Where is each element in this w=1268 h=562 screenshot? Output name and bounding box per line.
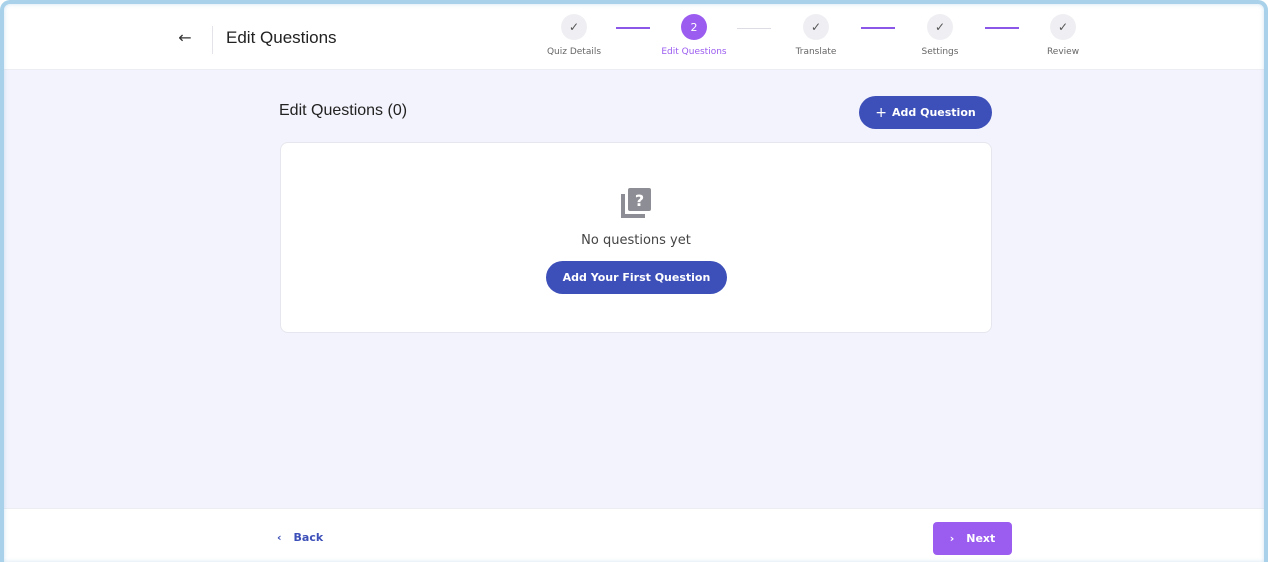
- back-button[interactable]: ‹ Back: [277, 531, 323, 544]
- step-label: Quiz Details: [546, 47, 602, 57]
- step-label: Settings: [921, 47, 959, 57]
- svg-text:?: ?: [635, 191, 644, 210]
- step-settings[interactable]: ✓ Settings: [895, 14, 985, 57]
- header-divider: [212, 26, 213, 54]
- step-review[interactable]: ✓ Review: [1018, 14, 1108, 57]
- next-button[interactable]: › Next: [933, 522, 1012, 555]
- plus-icon: +: [875, 104, 888, 121]
- empty-message: No questions yet: [581, 233, 691, 248]
- footer-bar: ‹ Back › Next: [4, 508, 1264, 562]
- empty-state-card: ? No questions yet Add Your First Questi…: [280, 142, 992, 333]
- question-stack-icon: ?: [621, 188, 651, 218]
- step-connector: [737, 28, 771, 29]
- step-label: Translate: [795, 47, 837, 57]
- step-check-icon: ✓: [927, 14, 953, 40]
- step-edit-questions[interactable]: 2 Edit Questions: [649, 14, 739, 57]
- step-connector: [861, 27, 895, 29]
- chevron-left-icon: ‹: [277, 531, 282, 544]
- step-quiz-details[interactable]: ✓ Quiz Details: [529, 14, 619, 57]
- add-first-question-button[interactable]: Add Your First Question: [546, 261, 727, 294]
- step-label: Edit Questions: [661, 47, 727, 57]
- step-translate[interactable]: ✓ Translate: [771, 14, 861, 57]
- page-title: Edit Questions: [226, 28, 337, 47]
- step-connector: [616, 27, 650, 29]
- section-title: Edit Questions (0): [279, 102, 408, 119]
- step-check-icon: ✓: [803, 14, 829, 40]
- main-content: Edit Questions (0) + Add Question ? No q…: [4, 70, 1264, 508]
- step-label: Review: [1046, 47, 1080, 57]
- top-bar: ← Edit Questions ✓ Quiz Details 2 Edit Q…: [4, 4, 1264, 70]
- next-label: Next: [966, 532, 996, 545]
- add-question-label: Add Question: [892, 106, 976, 119]
- step-check-icon: ✓: [561, 14, 587, 40]
- chevron-right-icon: ›: [949, 532, 955, 545]
- arrow-left-icon[interactable]: ←: [174, 28, 196, 48]
- step-connector: [985, 27, 1019, 29]
- add-question-button[interactable]: + Add Question: [859, 96, 992, 129]
- step-number: 2: [681, 14, 707, 40]
- step-check-icon: ✓: [1050, 14, 1076, 40]
- back-label: Back: [293, 531, 324, 544]
